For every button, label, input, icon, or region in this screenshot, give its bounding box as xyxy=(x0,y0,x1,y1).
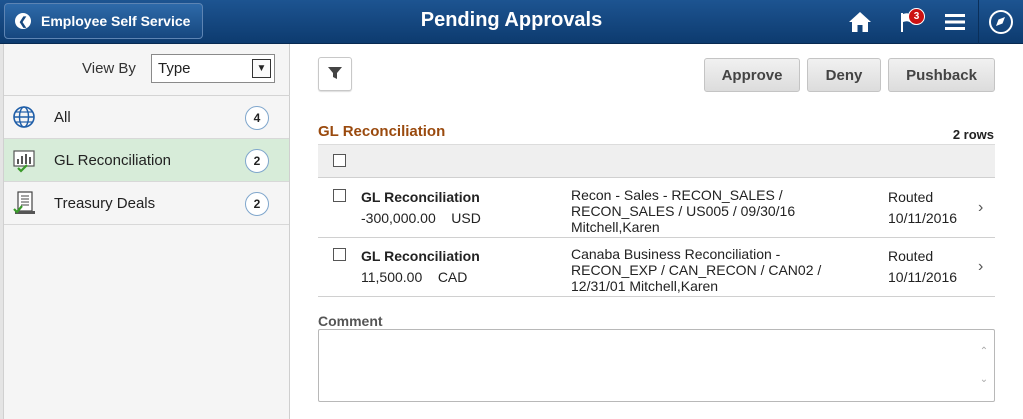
grid-title: GL Reconciliation xyxy=(318,123,446,140)
view-by-value: Type xyxy=(158,60,191,77)
row-amount: 11,500.00 CAD xyxy=(361,269,468,285)
row-status: Routed xyxy=(888,248,934,264)
sidebar-item-label: GL Reconciliation xyxy=(54,152,172,169)
chevron-right-icon: › xyxy=(978,258,984,275)
row-title: GL Reconciliation xyxy=(361,248,480,264)
chevron-down-icon: ▼ xyxy=(252,59,271,78)
sidebar-item-gl-reconciliation[interactable]: GL Reconciliation 2 xyxy=(4,139,289,182)
back-button-label: Employee Self Service xyxy=(41,13,191,29)
header-separator xyxy=(978,0,979,44)
sidebar-item-all[interactable]: All 4 xyxy=(4,96,289,139)
row-description: Recon - Sales - RECON_SALES / RECON_SALE… xyxy=(571,187,796,235)
pushback-button[interactable]: Pushback xyxy=(888,58,995,92)
comment-textarea[interactable] xyxy=(318,329,995,402)
filter-button[interactable] xyxy=(318,57,352,91)
select-all-checkbox[interactable] xyxy=(333,154,346,167)
ledger-chart-icon xyxy=(12,148,36,173)
table-row[interactable]: GL Reconciliation 11,500.00 CAD Canaba B… xyxy=(318,238,995,297)
filter-icon xyxy=(327,65,343,84)
scroll-up-icon: ⌃ xyxy=(979,345,989,357)
row-status: Routed xyxy=(888,189,934,205)
row-title: GL Reconciliation xyxy=(361,189,480,205)
sidebar: View By Type ▼ All 4 GL Reconciliation 2… xyxy=(0,44,290,419)
row-description: Canaba Business Reconciliation - RECON_E… xyxy=(571,246,822,294)
row-checkbox[interactable] xyxy=(333,189,346,202)
back-button[interactable]: ❮ Employee Self Service xyxy=(4,3,203,39)
approve-button[interactable]: Approve xyxy=(704,58,800,92)
notification-badge: 3 xyxy=(908,8,925,25)
count-badge: 2 xyxy=(245,192,269,216)
view-by-select[interactable]: Type ▼ xyxy=(151,54,275,83)
globe-icon xyxy=(12,105,36,129)
document-check-icon xyxy=(12,191,36,215)
view-by-label: View By xyxy=(82,60,136,77)
row-amount: -300,000.00 USD xyxy=(361,210,481,226)
home-icon[interactable] xyxy=(845,8,875,36)
table-row[interactable]: GL Reconciliation -300,000.00 USD Recon … xyxy=(318,179,995,238)
row-count: 2 rows xyxy=(952,127,994,142)
comment-label: Comment xyxy=(318,313,383,329)
app-header: ❮ Employee Self Service Pending Approval… xyxy=(0,0,1023,44)
grid-header xyxy=(318,144,995,178)
menu-icon[interactable] xyxy=(940,8,970,36)
count-badge: 4 xyxy=(245,106,269,130)
scroll-down-icon: ⌄ xyxy=(979,373,989,385)
row-date: 10/11/2016 xyxy=(888,210,958,226)
chevron-right-icon: › xyxy=(978,199,984,216)
sidebar-edge xyxy=(0,44,4,419)
sidebar-item-label: Treasury Deals xyxy=(54,195,156,212)
sidebar-item-treasury-deals[interactable]: Treasury Deals 2 xyxy=(4,182,289,225)
row-checkbox[interactable] xyxy=(333,248,346,261)
sidebar-item-label: All xyxy=(54,109,71,126)
deny-button[interactable]: Deny xyxy=(807,58,881,92)
view-by-row: View By Type ▼ xyxy=(4,44,290,96)
count-badge: 2 xyxy=(245,149,269,173)
chevron-left-icon: ❮ xyxy=(15,13,31,29)
row-date: 10/11/2016 xyxy=(888,269,958,285)
navbar-icon[interactable] xyxy=(986,8,1016,36)
